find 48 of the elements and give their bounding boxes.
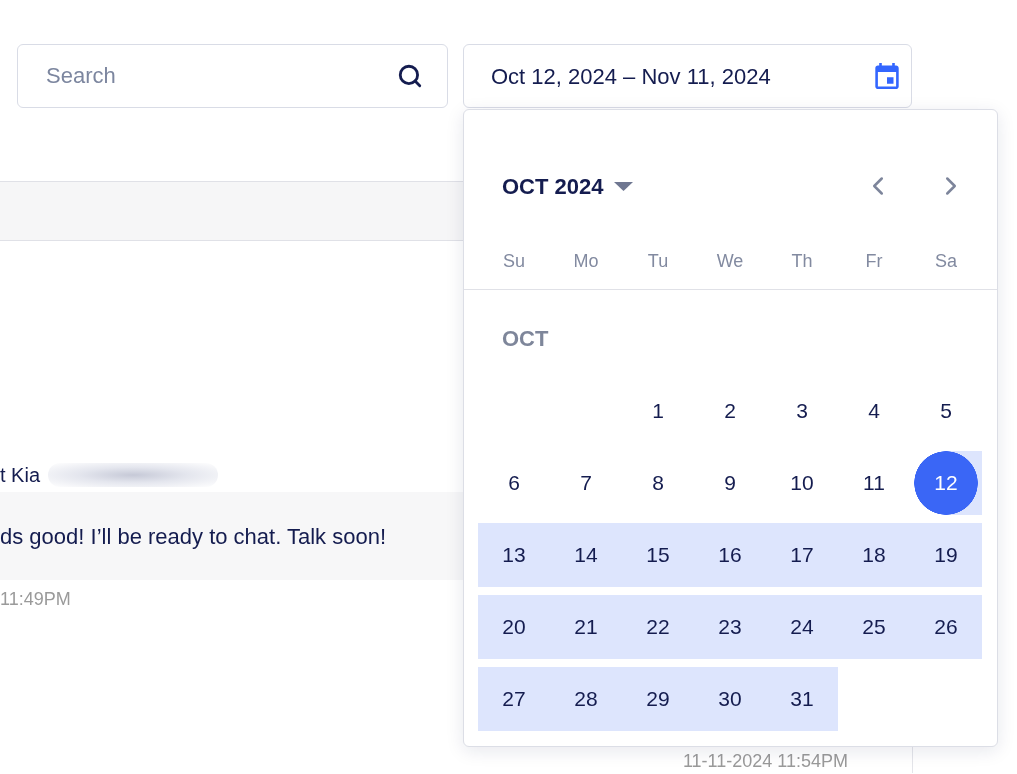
weekday-label: Su — [503, 250, 525, 273]
calendar-day[interactable]: 14 — [550, 523, 622, 587]
caret-icon — [613, 181, 633, 191]
calendar-day[interactable]: 20 — [478, 595, 550, 659]
calendar-day[interactable]: 30 — [694, 667, 766, 731]
calendar-day[interactable]: 7 — [550, 451, 622, 515]
date-range-field[interactable]: Oct 12, 2024 – Nov 11, 2024 — [463, 44, 912, 108]
weekday-label: Fr — [865, 250, 883, 273]
weekday-label: We — [716, 250, 744, 273]
calendar-day[interactable]: 25 — [838, 595, 910, 659]
calendar-day[interactable]: 2 — [694, 379, 766, 443]
calendar-icon — [875, 63, 899, 89]
calendar-day[interactable]: 29 — [622, 667, 694, 731]
calendar-day[interactable]: 6 — [478, 451, 550, 515]
calendar-day[interactable]: 31 — [766, 667, 838, 731]
calendar-day[interactable]: 13 — [478, 523, 550, 587]
calendar-day[interactable]: 24 — [766, 595, 838, 659]
weekday-label: Th — [791, 250, 813, 273]
calendar-day[interactable]: 11 — [838, 451, 910, 515]
month-section-label: OCT — [502, 325, 549, 353]
search-field[interactable]: Search — [17, 44, 448, 108]
calendar-day[interactable]: 4 — [838, 379, 910, 443]
calendar-day[interactable]: 26 — [910, 595, 982, 659]
calendar-day[interactable]: 10 — [766, 451, 838, 515]
calendar-day[interactable]: 28 — [550, 667, 622, 731]
message-time: 11-11-2024 11:54PM — [682, 750, 848, 773]
weekday-label: Tu — [647, 250, 669, 273]
sender-name: t Kia — [0, 463, 41, 488]
message-time: 11:49PM — [0, 588, 71, 611]
calendar-day[interactable]: 9 — [694, 451, 766, 515]
calendar-day[interactable]: 19 — [910, 523, 982, 587]
calendar-day[interactable]: 27 — [478, 667, 550, 731]
message-text: ds good! I’ll be ready to chat. Talk soon! — [0, 522, 387, 551]
calendar-day[interactable]: 22 — [622, 595, 694, 659]
calendar-day[interactable]: 8 — [622, 451, 694, 515]
calendar-day[interactable]: 21 — [550, 595, 622, 659]
calendar-day[interactable]: 17 — [766, 523, 838, 587]
calendar-day[interactable]: 18 — [838, 523, 910, 587]
calendar-day[interactable]: 15 — [622, 523, 694, 587]
weekday-label: Mo — [573, 250, 599, 273]
calendar-day[interactable]: 1 — [622, 379, 694, 443]
weekday-label: Sa — [935, 250, 957, 273]
search-icon — [397, 63, 423, 89]
calendar-day[interactable]: 3 — [766, 379, 838, 443]
month-select[interactable]: OCT 2024 — [502, 162, 633, 210]
calendar-day[interactable]: 23 — [694, 595, 766, 659]
calendar-day[interactable]: 5 — [910, 379, 982, 443]
calendar-day[interactable]: 16 — [694, 523, 766, 587]
